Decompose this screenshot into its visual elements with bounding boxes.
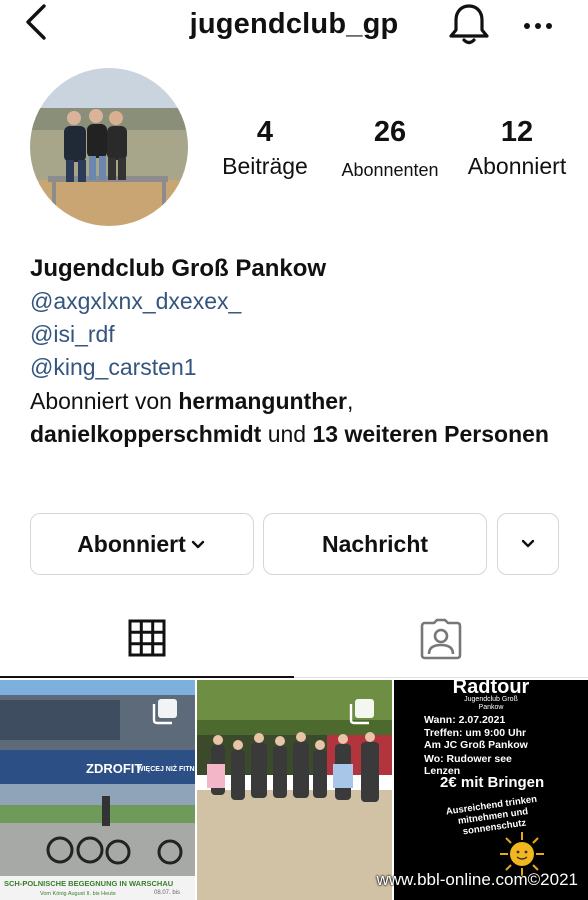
posts-count-label: Beiträge: [222, 153, 308, 179]
multiple-images-icon: [152, 699, 177, 725]
following-count[interactable]: 12 Abonniert: [458, 112, 576, 180]
followers-count-value: 26: [373, 116, 407, 148]
following-count-value: 12: [500, 116, 534, 148]
followed-by-more: 13 weiteren Personen: [312, 421, 549, 447]
post-1-sign: ZDROFIT: [86, 761, 142, 776]
flyer-organizer-line-1: Jugendclub Groß: [464, 696, 518, 703]
event-flyer: Radtour Jugendclub Groß Pankow Wann: 2.07…: [394, 680, 588, 900]
message-button[interactable]: Nachricht: [263, 513, 487, 575]
followers-count[interactable]: 26 Abonnenten: [334, 112, 446, 184]
bell-icon: [449, 4, 489, 45]
notifications-button[interactable]: [446, 2, 492, 46]
profile-avatar[interactable]: [30, 68, 188, 226]
post-1-sign-subtitle: WIĘCEJ NIŻ FITNESS: [137, 765, 195, 773]
watermark: www.bbl-online.com©2021: [376, 870, 578, 889]
profile-username: jugendclub_gp: [189, 8, 399, 40]
profile-bio: Jugendclub Groß Pankow @axgxlxnx_dxexex_…: [30, 252, 570, 451]
followers-count-label: Abonnenten: [341, 160, 439, 180]
suggested-accounts-button[interactable]: [497, 513, 559, 575]
profile-display-name: Jugendclub Groß Pankow: [30, 255, 327, 282]
flyer-meeting-place: Am JC Groß Pankow: [424, 739, 528, 751]
post-1-caption-subtitle: Vom König August II. bis Heute: [40, 891, 116, 897]
following-button-label: Abonniert: [77, 530, 186, 557]
top-bar: jugendclub_gp: [0, 0, 588, 48]
followed-by-prefix: Abonniert von: [30, 388, 179, 414]
flyer-price: 2€ mit Bringen: [440, 774, 545, 791]
tab-tagged[interactable]: [294, 600, 588, 678]
post-thumbnail-1[interactable]: ZDROFIT WIĘCEJ NIŻ FITNESS SCH-POLNISCHE…: [0, 680, 195, 900]
message-button-label: Nachricht: [321, 530, 429, 557]
post-thumbnail-2[interactable]: [197, 680, 392, 900]
profile-tabs: [0, 600, 588, 678]
followed-by-user-1: hermangunther: [178, 388, 348, 414]
post-thumbnail-3[interactable]: Radtour Jugendclub Groß Pankow Wann: 2.07…: [394, 680, 588, 900]
bio-mention-2[interactable]: @isi_rdf: [30, 318, 570, 351]
bio-mention-3[interactable]: @king_carsten1: [30, 351, 570, 384]
multiple-images-icon: [349, 699, 374, 725]
grid-icon: [128, 619, 166, 657]
following-count-label: Abonniert: [467, 153, 567, 179]
flyer-organizer: Jugendclub Groß Pankow: [394, 696, 588, 712]
more-options-button[interactable]: [518, 4, 558, 44]
chevron-down-icon: [521, 539, 535, 548]
posts-count-value: 4: [256, 116, 274, 148]
followed-by-separator: ,: [347, 388, 354, 414]
flyer-date: Wann: 2.07.2021: [424, 714, 506, 726]
followed-by-user-2: danielkopperschmidt: [30, 421, 262, 447]
post-1-caption-date: 08.07. bis: [154, 890, 180, 896]
tab-posts-grid[interactable]: [0, 600, 294, 678]
flyer-organizer-line-2: Pankow: [478, 704, 504, 711]
followed-by-text[interactable]: Abonniert von hermangunther, danielkopper…: [30, 385, 570, 451]
following-button[interactable]: Abonniert: [30, 513, 254, 575]
followed-by-and: und: [261, 421, 313, 447]
post-1-caption: SCH-POLNISCHE BEGEGNUNG IN WARSCHAU: [4, 879, 173, 888]
posts-count: 4 Beiträge: [212, 112, 318, 180]
more-horizontal-icon: [524, 23, 552, 29]
tagged-person-icon: [420, 618, 462, 659]
chevron-down-icon: [191, 540, 204, 549]
bio-mention-1[interactable]: @axgxlxnx_dxexex_: [30, 285, 570, 318]
